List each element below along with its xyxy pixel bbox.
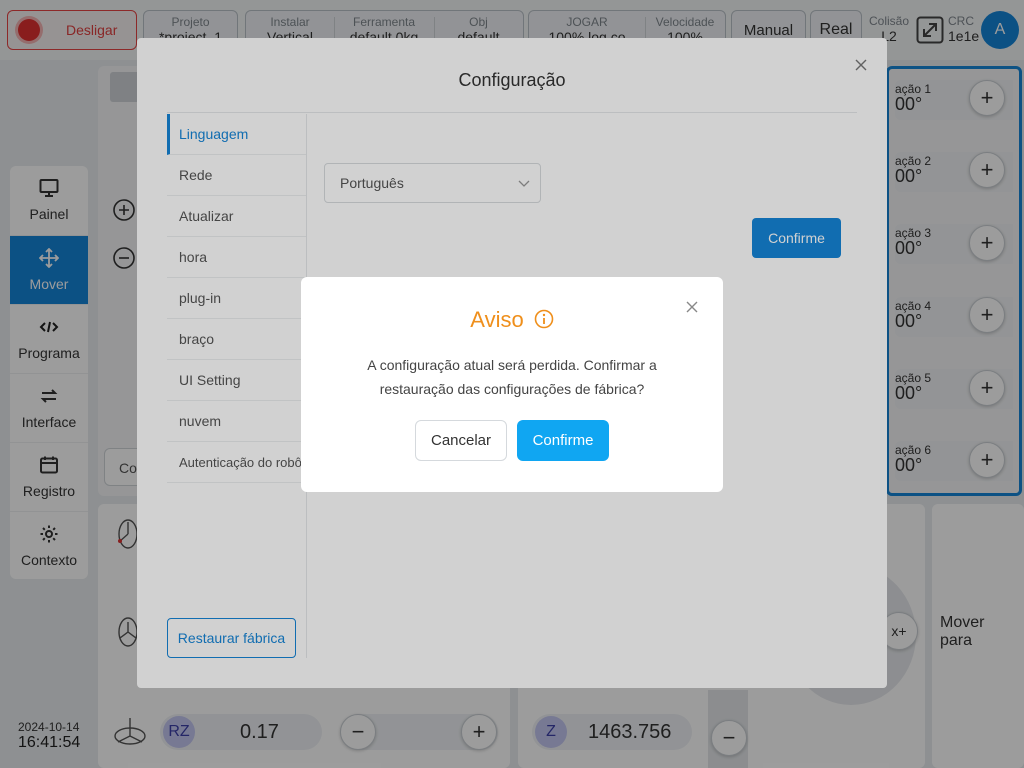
cancel-button[interactable]: Cancelar [415,420,507,461]
info-icon [534,309,554,329]
warning-modal: Aviso A configuração atual será perdida.… [301,277,723,492]
modal-title-text: Aviso [470,307,524,332]
confirm-button[interactable]: Confirme [517,420,609,461]
modal-message: A configuração atual será perdida. Confi… [367,357,657,397]
modal-title: Aviso [301,307,723,333]
